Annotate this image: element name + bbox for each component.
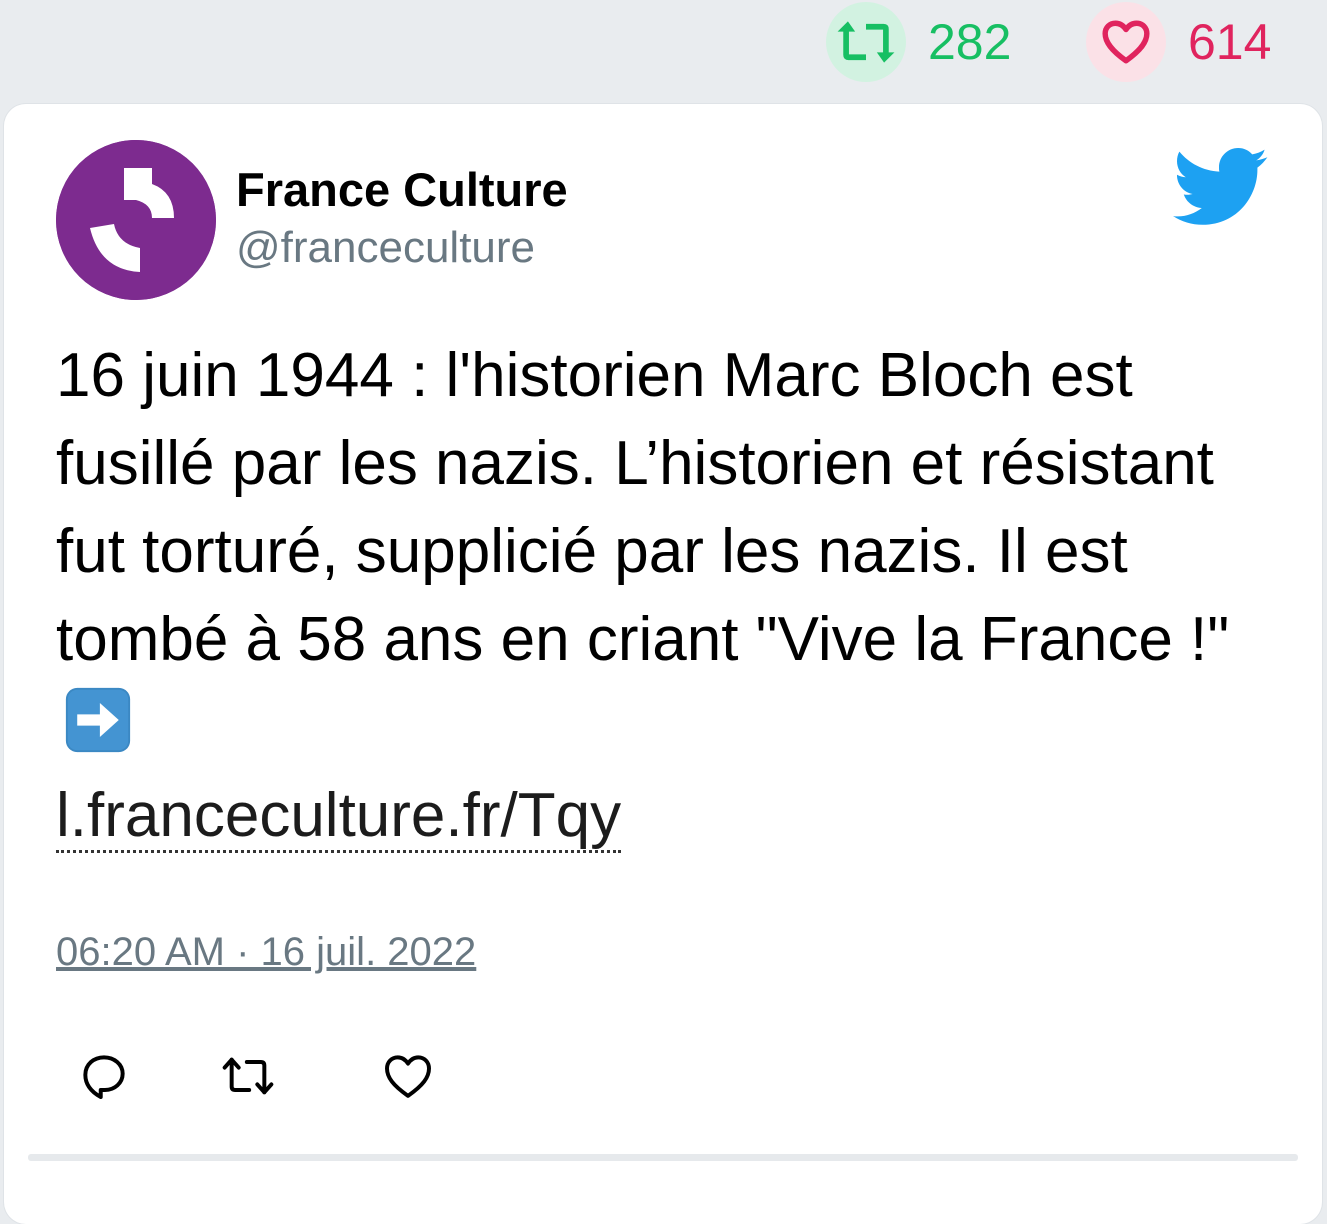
tweet-body: 16 juin 1944 : l'historien Marc Bloch es… (56, 341, 1230, 674)
card-divider (28, 1154, 1298, 1161)
retweet-bubble (826, 2, 906, 82)
reply-icon[interactable] (76, 1048, 132, 1104)
engagement-stats: 282 614 (0, 0, 1327, 100)
arrow-right-emoji-icon (65, 687, 131, 753)
like-bubble (1086, 2, 1166, 82)
retweet-icon[interactable] (220, 1048, 276, 1104)
tweet-card: France Culture @franceculture 16 juin 19… (4, 104, 1322, 1224)
france-culture-logo-icon (56, 140, 216, 300)
tweet-timestamp[interactable]: 06:20 AM · 16 juil. 2022 (56, 930, 476, 975)
tweet-actions (56, 1048, 656, 1108)
retweet-count: 282 (928, 14, 1012, 70)
retweet-stat[interactable]: 282 (826, 2, 1011, 82)
author-name[interactable]: France Culture (236, 162, 568, 218)
author-handle[interactable]: @franceculture (236, 222, 535, 275)
heart-icon (1102, 20, 1150, 64)
tweet-link[interactable]: l.franceculture.fr/Tqy (56, 781, 622, 853)
like-count: 614 (1188, 14, 1272, 70)
like-stat[interactable]: 614 (1086, 2, 1271, 82)
like-icon[interactable] (380, 1048, 436, 1104)
avatar[interactable] (56, 140, 216, 300)
tweet-text: 16 juin 1944 : l'historien Marc Bloch es… (56, 332, 1256, 860)
twitter-bird-icon[interactable] (1172, 148, 1270, 228)
retweet-icon (837, 21, 895, 63)
